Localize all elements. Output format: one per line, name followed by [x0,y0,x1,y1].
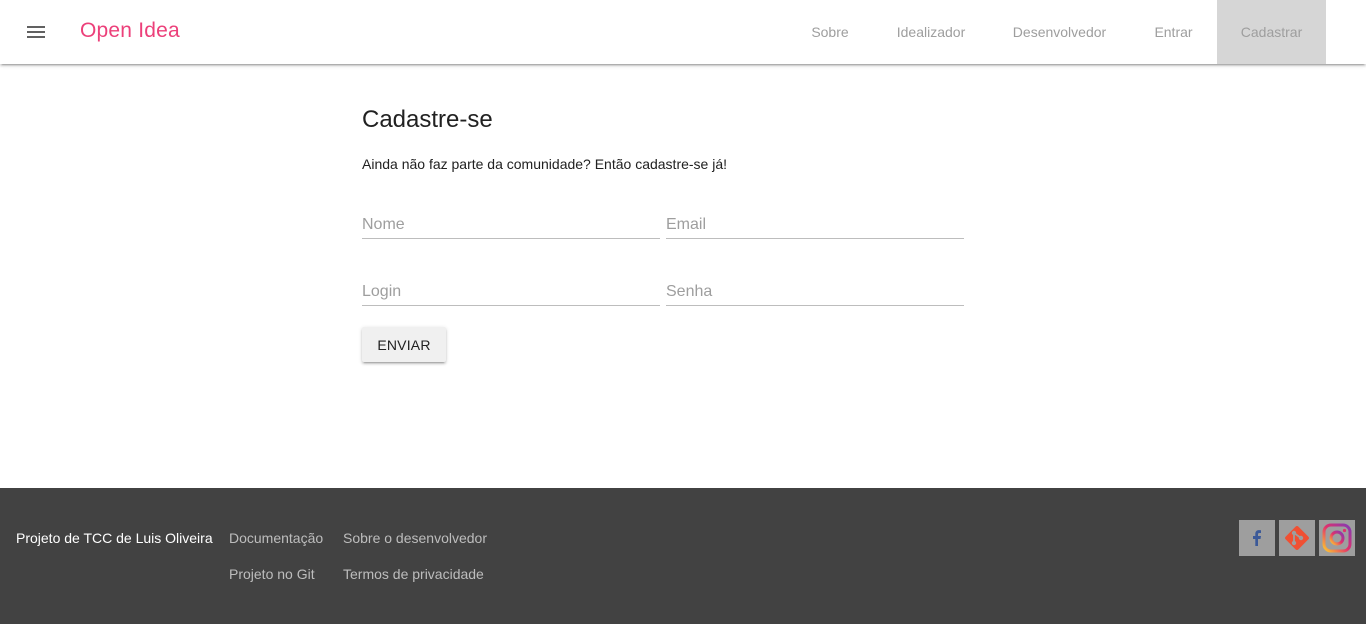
email-field-container [666,207,964,239]
email-field[interactable] [666,207,964,238]
page-subtitle: Ainda não faz parte da comunidade? Então… [362,156,728,172]
menu-icon[interactable] [24,21,48,43]
nav-item-entrar[interactable]: Entrar [1130,0,1217,64]
top-app-bar: Open Idea Sobre Idealizador Desenvolvedo… [0,0,1366,64]
brand-logo[interactable]: Open Idea [80,19,180,43]
nav-item-sobre[interactable]: Sobre [787,0,873,64]
login-field-container [362,274,660,306]
nav-item-cadastrar[interactable]: Cadastrar [1217,0,1326,64]
password-field-container [666,274,964,306]
facebook-icon[interactable] [1239,520,1275,556]
name-field-container [362,207,660,239]
name-field[interactable] [362,207,660,238]
submit-button[interactable]: ENVIAR [362,327,446,362]
git-icon[interactable] [1279,520,1315,556]
login-field[interactable] [362,274,660,305]
footer-link-documentacao[interactable]: Documentação [229,530,323,546]
instagram-icon[interactable] [1319,520,1355,556]
footer-credit: Projeto de TCC de Luis Oliveira [16,530,213,546]
footer-link-projeto-git[interactable]: Projeto no Git [229,566,315,582]
footer-link-sobre-desenvolvedor[interactable]: Sobre o desenvolvedor [343,530,487,546]
nav-item-desenvolvedor[interactable]: Desenvolvedor [989,0,1130,64]
footer: Projeto de TCC de Luis Oliveira Document… [0,488,1366,624]
footer-link-termos[interactable]: Termos de privacidade [343,566,484,582]
nav-item-idealizador[interactable]: Idealizador [873,0,989,64]
page-title: Cadastre-se [362,106,493,133]
password-field[interactable] [666,274,964,305]
